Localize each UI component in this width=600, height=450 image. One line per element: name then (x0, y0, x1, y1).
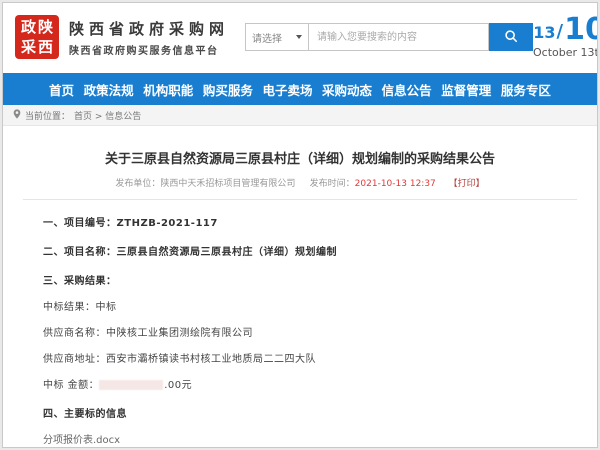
search-button[interactable] (489, 23, 533, 51)
project-name-label: 二、项目名称： (43, 247, 117, 258)
chevron-down-icon (296, 35, 302, 39)
date-numeric: 13 / 10 October 13th (533, 16, 598, 59)
bid-amount-label: 中标 金额： (43, 380, 99, 391)
nav-item-supervision[interactable]: 监督管理 (441, 80, 491, 99)
supplier-address-label: 供应商地址： (43, 354, 106, 365)
publish-time-label: 发布时间： (310, 179, 355, 189)
redacted-amount-block (99, 380, 163, 390)
publisher-value: 陕西中天禾招标项目管理有限公司 (160, 179, 295, 189)
bid-result-line: 中标结果：中标 (43, 298, 579, 313)
site-logo[interactable]: 政陕 采西 (15, 15, 59, 59)
logo-text-row1: 政陕 (19, 17, 55, 37)
page-title: 关于三原县自然资源局三原县村庄（详细）规划编制的采购结果公告 (45, 148, 555, 167)
section-main-subject-info: 四、主要标的信息 (43, 405, 579, 420)
print-button[interactable]: 【打印】 (449, 179, 485, 189)
nav-item-purchase-services[interactable]: 购买服务 (203, 80, 253, 99)
publisher-label: 发布单位： (115, 179, 160, 189)
nav-item-e-marketplace[interactable]: 电子卖场 (262, 80, 312, 99)
nav-item-policies[interactable]: 政策法规 (84, 80, 134, 99)
bid-result-value: 中标 (96, 302, 117, 313)
supplier-name-line: 供应商名称：中陕核工业集团测绘院有限公司 (43, 324, 579, 339)
section-project-number: 一、项目编号：ZTHZB-2021-117 (43, 214, 579, 229)
search-select-label: 请选择 (252, 30, 282, 45)
nav-item-procurement-news[interactable]: 采购动态 (322, 80, 372, 99)
publish-time-value: 2021-10-13 12:37 (355, 179, 436, 189)
nav-item-home[interactable]: 首页 (49, 80, 74, 99)
supplier-address-value: 西安市灞桥镇读书村核工业地质局二二四大队 (106, 354, 316, 365)
date-english: October 13th (533, 46, 598, 59)
site-titles: 陕西省政府采购网 陕西省政府购买服务信息平台 (69, 18, 229, 57)
search-category-select[interactable]: 请选择 (245, 23, 309, 51)
site-title: 陕西省政府采购网 (69, 18, 229, 39)
top-header: 政陕 采西 陕西省政府采购网 陕西省政府购买服务信息平台 请选择 (3, 3, 597, 71)
nav-item-announcements[interactable]: 信息公告 (382, 80, 432, 99)
logo-text-row2: 采西 (19, 37, 55, 57)
bid-result-label: 中标结果： (43, 302, 96, 313)
date-separator: / (556, 24, 565, 42)
project-name-value: 三原县自然资源局三原县村庄（详细）规划编制 (117, 247, 338, 258)
page: 政陕 采西 陕西省政府采购网 陕西省政府购买服务信息平台 请选择 (2, 2, 598, 448)
project-number-value: ZTHZB-2021-117 (117, 218, 218, 229)
breadcrumb: 当前位置： 首页 > 信息公告 (3, 105, 597, 126)
date-widget: 13 / 10 October 13th 星期三 (533, 14, 598, 60)
supplier-name-value: 中陕核工业集团测绘院有限公司 (106, 328, 253, 339)
breadcrumb-path[interactable]: 首页 > 信息公告 (74, 109, 141, 122)
search-input[interactable] (309, 23, 489, 51)
breadcrumb-prefix: 当前位置： (25, 109, 70, 122)
project-number-label: 一、项目编号： (43, 218, 117, 229)
bid-amount-suffix: .00元 (164, 380, 192, 391)
main-nav: 首页 政策法规 机构职能 购买服务 电子卖场 采购动态 信息公告 监督管理 服务… (3, 73, 597, 105)
attachment-link[interactable]: 分项报价表.docx (43, 431, 579, 446)
section-project-name: 二、项目名称：三原县自然资源局三原县村庄（详细）规划编制 (43, 243, 579, 258)
nav-item-functions[interactable]: 机构职能 (143, 80, 193, 99)
date-month: 10 (564, 16, 598, 43)
nav-item-service-zone[interactable]: 服务专区 (501, 80, 551, 99)
section-procurement-result: 三、采购结果： (43, 272, 579, 287)
supplier-name-label: 供应商名称： (43, 328, 106, 339)
article-meta: 发布单位：陕西中天禾招标项目管理有限公司 发布时间：2021-10-13 12:… (21, 176, 579, 189)
location-pin-icon (13, 109, 21, 122)
date-day: 13 (533, 26, 555, 42)
article-content: 关于三原县自然资源局三原县村庄（详细）规划编制的采购结果公告 发布单位：陕西中天… (3, 126, 597, 448)
search-bar: 请选择 (245, 23, 533, 51)
site-subtitle: 陕西省政府购买服务信息平台 (69, 42, 229, 57)
search-icon (504, 29, 518, 46)
bid-amount-line: 中标 金额： .00元 (43, 376, 579, 391)
supplier-address-line: 供应商地址：西安市灞桥镇读书村核工业地质局二二四大队 (43, 350, 579, 365)
meta-divider (23, 199, 577, 200)
